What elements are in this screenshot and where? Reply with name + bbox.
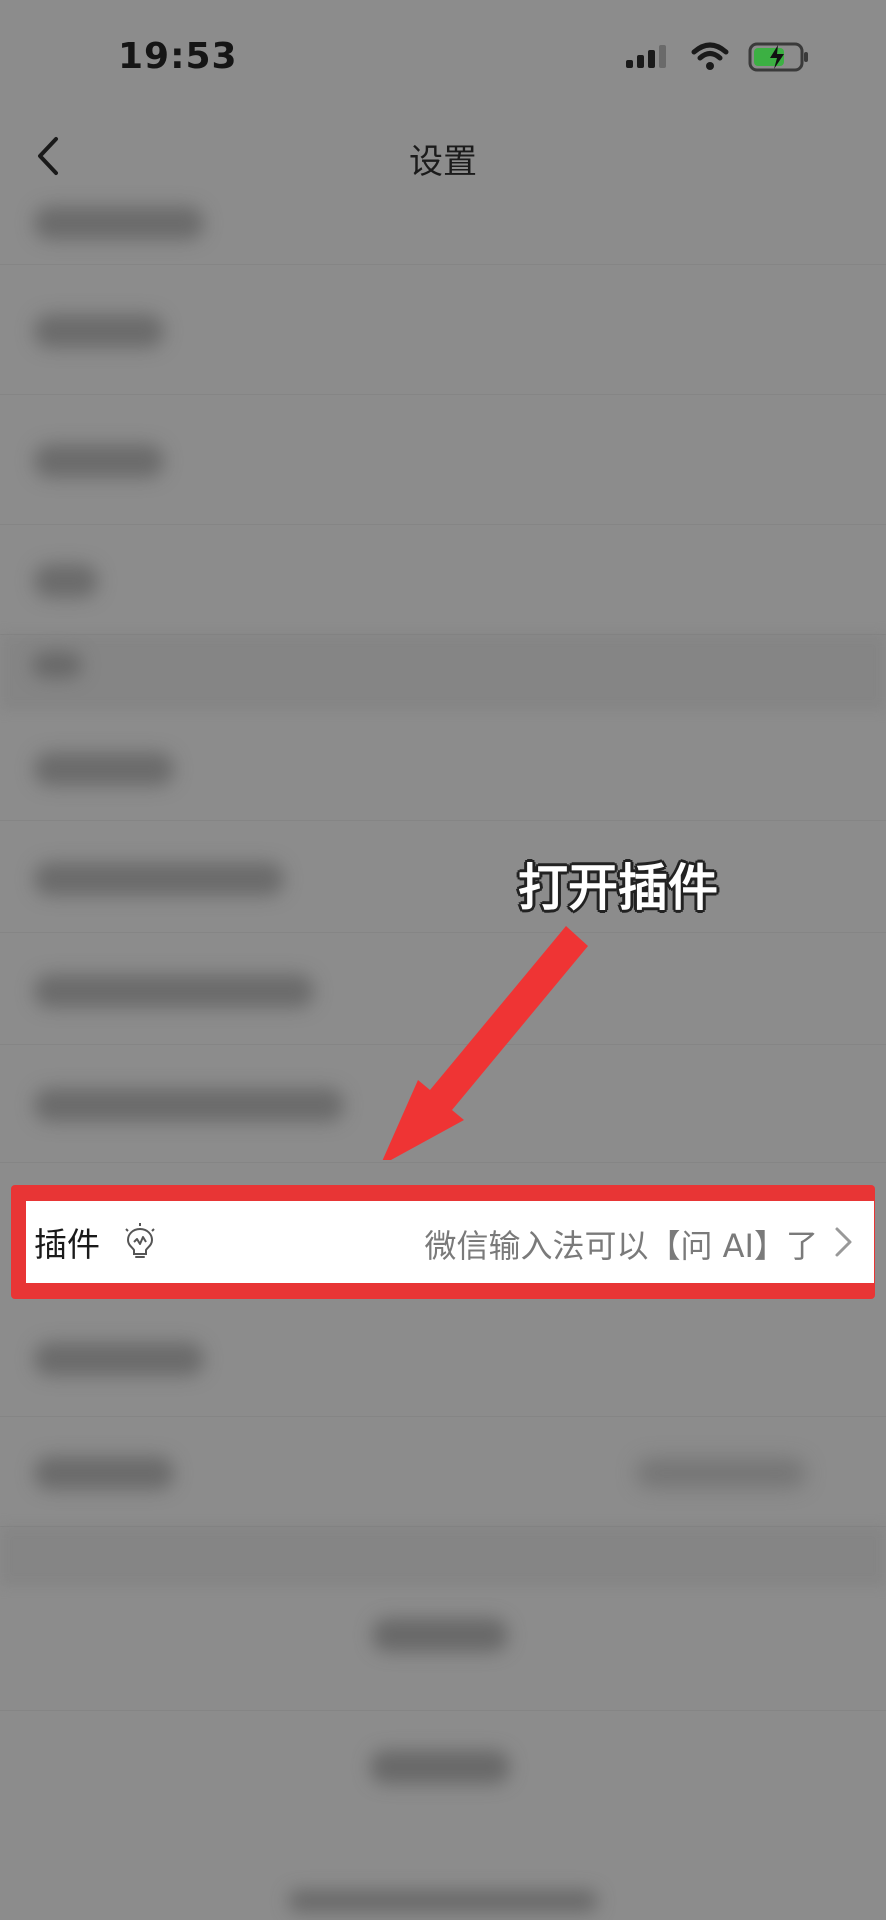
blurred-section-header (0, 634, 886, 710)
settings-screen: 19:53 设置 打开插件 插件 微信输入法可以【问 AI】了 (0, 0, 886, 1920)
blurred-row (0, 710, 886, 821)
blurred-section-gap (0, 1526, 886, 1586)
plugins-label: 插件 (34, 1225, 100, 1264)
chevron-right-icon (835, 1227, 852, 1257)
page-title: 设置 (409, 142, 477, 182)
blurred-row (0, 820, 886, 933)
navigation-bar: 设置 (0, 112, 886, 200)
status-bar: 19:53 (0, 0, 886, 120)
status-icons (624, 41, 810, 77)
battery-charging-icon (748, 41, 810, 77)
annotation-text: 打开插件 (518, 859, 718, 917)
settings-row-plugins[interactable]: 插件 微信输入法可以【问 AI】了 (26, 1201, 874, 1283)
signal-icon (624, 44, 672, 74)
blurred-row (0, 394, 886, 525)
blurred-row (0, 1586, 886, 1711)
blurred-row (0, 524, 886, 635)
lightbulb-icon (122, 1222, 158, 1262)
blurred-row (0, 1416, 886, 1527)
annotation-arrow (382, 926, 588, 1160)
blurred-row (0, 264, 886, 395)
status-time: 19:53 (118, 36, 238, 77)
wifi-icon (690, 42, 730, 76)
blurred-section-label (32, 652, 82, 678)
plugins-subtitle: 微信输入法可以【问 AI】了 (424, 1227, 818, 1265)
blurred-center-button (370, 1750, 510, 1784)
blurred-row (0, 1302, 886, 1417)
blurred-row (0, 190, 886, 265)
blurred-footer (288, 1890, 598, 1912)
